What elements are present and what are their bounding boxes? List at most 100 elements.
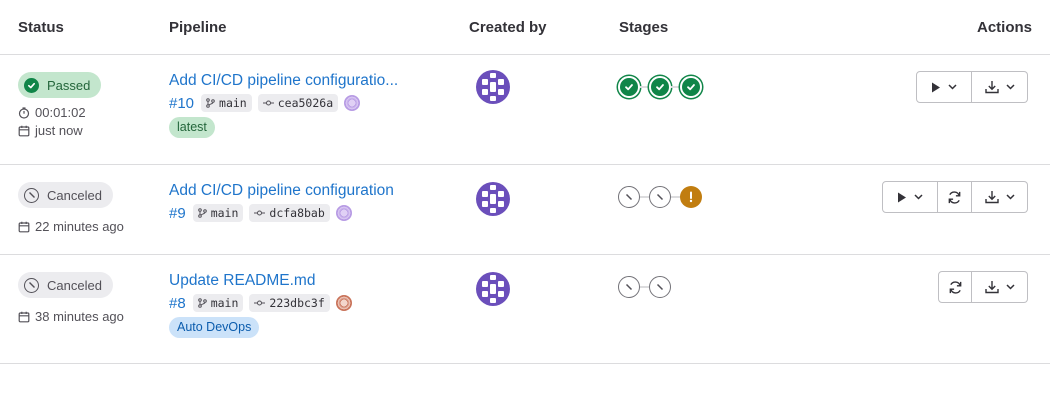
finished-time: just now [18, 122, 101, 139]
row-actions [916, 71, 1028, 103]
success-icon [24, 77, 39, 93]
stage-success-icon[interactable] [680, 76, 702, 98]
duration: 00:01:02 [18, 104, 101, 121]
pipelines-table: Status Pipeline Created by Stages Action… [0, 0, 1050, 364]
retry-button[interactable] [938, 181, 972, 213]
chevron-down-icon [1005, 194, 1015, 200]
column-header-actions: Actions [976, 19, 1032, 36]
status-label: Canceled [47, 187, 102, 203]
branch-ref[interactable]: main [192, 204, 244, 222]
commit-sha[interactable]: 223dbc3f [249, 294, 330, 312]
status-badge[interactable]: Passed [18, 72, 102, 98]
pipeline-cell: Update README.md #8 main 223dbc3f Auto D… [169, 272, 352, 338]
chevron-down-icon [914, 194, 923, 200]
download-icon [984, 281, 999, 294]
branch-icon [197, 208, 207, 218]
download-icon [984, 81, 999, 94]
retry-icon [949, 280, 961, 294]
status-label: Passed [47, 77, 91, 93]
pipeline-label: latest [169, 117, 215, 138]
status-label: Canceled [47, 277, 102, 293]
status-badge[interactable]: Canceled [18, 272, 113, 298]
pipeline-stages [618, 76, 702, 98]
commit-author-avatar[interactable] [344, 95, 361, 111]
row-actions [938, 271, 1028, 303]
branch-ref[interactable]: main [192, 294, 244, 312]
pipeline-id-link[interactable]: #8 [169, 295, 186, 312]
commit-sha[interactable]: cea5026a [257, 94, 339, 112]
stage-success-icon[interactable] [618, 76, 640, 98]
pipeline-id-link[interactable]: #9 [169, 205, 186, 222]
stage-success-icon[interactable] [649, 76, 671, 98]
commit-sha-value: cea5026a [277, 96, 334, 110]
run-manual-job-dropdown[interactable] [882, 181, 938, 213]
commit-icon [254, 210, 266, 216]
finished-time: 22 minutes ago [18, 218, 124, 235]
retry-button[interactable] [938, 271, 972, 303]
chevron-down-icon [1005, 284, 1015, 290]
stage-canceled-icon[interactable] [649, 276, 671, 298]
status-badge[interactable]: Canceled [18, 182, 113, 208]
stage-canceled-icon[interactable] [618, 186, 640, 208]
table-header: Status Pipeline Created by Stages Action… [0, 0, 1050, 55]
commit-author-avatar[interactable] [335, 205, 352, 221]
stage-connector [671, 196, 680, 198]
stage-connector [640, 86, 649, 88]
branch-name: main [210, 206, 239, 220]
branch-name: main [210, 296, 239, 310]
play-icon [932, 82, 940, 92]
finished-time: 38 minutes ago [18, 308, 124, 325]
column-header-stages: Stages [619, 19, 669, 36]
play-icon [898, 192, 906, 202]
stage-connector [640, 196, 649, 198]
download-artifacts-dropdown[interactable] [972, 71, 1028, 103]
branch-name: main [219, 96, 247, 110]
created-by-avatar[interactable] [475, 69, 511, 105]
branch-ref[interactable]: main [201, 94, 252, 112]
timer-icon [18, 106, 30, 119]
commit-icon [254, 300, 266, 306]
canceled-icon [24, 187, 39, 203]
calendar-icon [18, 125, 30, 136]
finished-value: 22 minutes ago [35, 219, 124, 234]
user-avatar-icon [476, 182, 510, 216]
user-avatar-icon [476, 70, 510, 104]
created-by-avatar[interactable] [475, 181, 511, 217]
status-cell: Canceled 22 minutes ago [18, 182, 124, 235]
status-cell: Canceled 38 minutes ago [18, 272, 124, 325]
stage-connector [671, 86, 680, 88]
retry-icon [948, 190, 961, 204]
row-actions [882, 181, 1028, 213]
chevron-down-icon [948, 84, 957, 90]
calendar-icon [18, 221, 30, 232]
pipeline-title-link[interactable]: Add CI/CD pipeline configuration [169, 182, 394, 200]
commit-sha-value: 223dbc3f [269, 296, 325, 310]
pipeline-title-link[interactable]: Add CI/CD pipeline configuratio... [169, 72, 398, 90]
commit-sha[interactable]: dcfa8bab [249, 204, 330, 222]
commit-icon [262, 100, 274, 106]
duration-value: 00:01:02 [35, 105, 86, 120]
pipeline-title-link[interactable]: Update README.md [169, 272, 352, 290]
canceled-icon [24, 277, 39, 293]
finished-value: just now [35, 123, 83, 138]
pipeline-stages [618, 186, 702, 208]
stage-canceled-icon[interactable] [618, 276, 640, 298]
column-header-pipeline: Pipeline [169, 19, 227, 36]
stage-warning-icon[interactable] [680, 186, 702, 208]
download-artifacts-dropdown[interactable] [972, 271, 1028, 303]
pipeline-id-link[interactable]: #10 [169, 95, 194, 112]
run-manual-job-dropdown[interactable] [916, 71, 972, 103]
stage-canceled-icon[interactable] [649, 186, 671, 208]
commit-author-avatar[interactable] [335, 295, 352, 311]
status-cell: Passed 00:01:02 just now [18, 72, 102, 139]
created-by-avatar[interactable] [475, 271, 511, 307]
pipeline-cell: Add CI/CD pipeline configuratio... #10 m… [169, 72, 398, 138]
pipeline-label: Auto DevOps [169, 317, 260, 338]
table-row: Passed 00:01:02 just now Add CI/CD pipel… [0, 55, 1050, 165]
column-header-created-by: Created by [469, 19, 547, 36]
finished-value: 38 minutes ago [35, 309, 124, 324]
chevron-down-icon [1005, 84, 1015, 90]
column-header-status: Status [18, 19, 64, 36]
download-artifacts-dropdown[interactable] [972, 181, 1028, 213]
table-row: Canceled 22 minutes ago Add CI/CD pipeli… [0, 165, 1050, 255]
